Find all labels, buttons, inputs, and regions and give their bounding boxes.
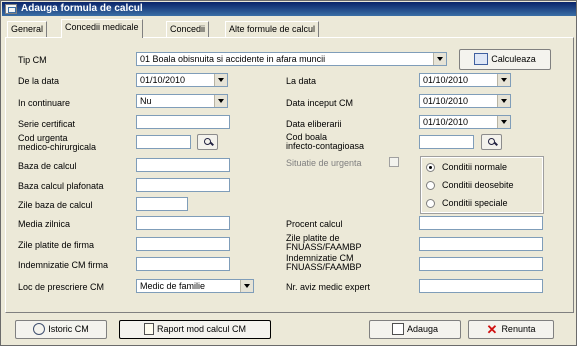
la-data-picker[interactable]: 01/10/2010 [419, 73, 511, 87]
in-continuare-label: In continuare [18, 98, 71, 108]
tab-alte-formule[interactable]: Alte formule de calcul [225, 21, 320, 37]
cod-boala-label: Cod boala infecto-contagioasa [286, 132, 365, 151]
baza-calcul-plafonata-label: Baza calcul plafonata [18, 181, 104, 191]
raport-mod-calcul-button[interactable]: Raport mod calcul CM [119, 320, 271, 339]
loc-de-prescriere-select[interactable]: Medic de familie [136, 279, 254, 293]
media-zilnica-input[interactable] [136, 216, 230, 230]
istoric-cm-button[interactable]: Istoric CM [15, 320, 107, 339]
media-zilnica-label: Media zilnica [18, 219, 71, 229]
conditii-normale-radio[interactable] [426, 163, 435, 172]
conditii-deosebite-label: Conditii deosebite [442, 180, 514, 190]
baza-de-calcul-input[interactable] [136, 158, 230, 172]
data-eliberarii-picker[interactable]: 01/10/2010 [419, 115, 511, 129]
tab-concedii-medicale[interactable]: Concedii medicale [61, 19, 143, 38]
dialog-window: Adauga formula de calcul General Concedi… [0, 0, 577, 346]
data-inceput-cm-picker[interactable]: 01/10/2010 [419, 94, 511, 108]
conditii-deosebite-radio[interactable] [426, 181, 435, 190]
nr-aviz-medic-expert-input[interactable] [419, 279, 543, 293]
procent-calcul-input[interactable] [419, 216, 543, 230]
chevron-down-icon[interactable] [214, 74, 227, 86]
history-icon [33, 322, 46, 335]
conditii-normale-label: Conditii normale [442, 162, 508, 172]
chevron-down-icon[interactable] [214, 95, 227, 107]
serie-certificat-input[interactable] [136, 115, 230, 129]
cod-urgenta-label: Cod urgenta medico-chirurgicala [18, 133, 97, 152]
window-title: Adauga formula de calcul [21, 3, 143, 14]
zile-platite-fnuass-input[interactable] [419, 237, 543, 251]
indemnizatie-cm-firma-input[interactable] [136, 257, 230, 271]
loc-de-prescriere-label: Loc de prescriere CM [18, 282, 105, 292]
title-bar[interactable]: Adauga formula de calcul [2, 2, 576, 16]
indemnizatie-cm-firma-label: Indemnizatie CM firma [18, 260, 109, 270]
calculeaza-button[interactable]: Calculeaza [459, 49, 551, 70]
zile-platite-fnuass-label: Zile platite de FNUASS/FAAMBP [286, 233, 362, 252]
add-icon [391, 322, 404, 335]
serie-certificat-label: Serie certificat [18, 119, 76, 129]
chevron-down-icon[interactable] [497, 95, 510, 107]
la-data-label: La data [286, 76, 317, 86]
situatie-urgenta-label: Situatie de urgenta [286, 158, 362, 168]
tip-cm-label: Tip CM [18, 55, 47, 65]
baza-de-calcul-label: Baza de calcul [18, 161, 77, 171]
chevron-down-icon[interactable] [433, 53, 446, 65]
in-continuare-select[interactable]: Nu [136, 94, 228, 108]
window-icon [5, 4, 17, 14]
search-icon[interactable] [197, 134, 218, 150]
zile-baza-de-calcul-label: Zile baza de calcul [18, 200, 93, 210]
zile-platite-firma-label: Zile platite de firma [18, 240, 95, 250]
tab-general[interactable]: General [7, 21, 48, 37]
indemnizatie-cm-fnuass-input[interactable] [419, 257, 543, 271]
chevron-down-icon[interactable] [240, 280, 253, 292]
renunta-button[interactable]: ✕ Renunta [468, 320, 554, 339]
tab-concedii[interactable]: Concedii [166, 21, 210, 37]
search-icon[interactable] [481, 134, 502, 150]
chevron-down-icon[interactable] [497, 74, 510, 86]
conditii-speciale-label: Conditii speciale [442, 198, 508, 208]
adauga-button[interactable]: Adauga [369, 320, 461, 339]
indemnizatie-cm-fnuass-label: Indemnizatie CM FNUASS/FAAMBP [286, 253, 362, 272]
calculator-icon [474, 52, 489, 65]
data-eliberarii-label: Data eliberarii [286, 119, 342, 129]
cod-boala-input[interactable] [419, 135, 474, 149]
baza-calcul-plafonata-input[interactable] [136, 178, 230, 192]
report-icon [143, 322, 154, 335]
tip-cm-select[interactable]: 01 Boala obisnuita si accidente in afara… [136, 52, 447, 66]
chevron-down-icon[interactable] [497, 116, 510, 128]
procent-calcul-label: Procent calcul [286, 219, 343, 229]
nr-aviz-medic-expert-label: Nr. aviz medic expert [286, 282, 371, 292]
zile-platite-firma-input[interactable] [136, 237, 230, 251]
conditii-speciale-radio[interactable] [426, 199, 435, 208]
zile-baza-de-calcul-input[interactable] [136, 197, 188, 211]
data-inceput-cm-label: Data inceput CM [286, 98, 354, 108]
situatie-urgenta-checkbox[interactable] [389, 157, 399, 167]
cancel-icon: ✕ [486, 322, 498, 338]
conditii-radio-group: Conditii normale Conditii deosebite Cond… [420, 156, 544, 214]
cod-urgenta-input[interactable] [136, 135, 191, 149]
de-la-data-label: De la data [18, 76, 60, 86]
de-la-data-picker[interactable]: 01/10/2010 [136, 73, 228, 87]
